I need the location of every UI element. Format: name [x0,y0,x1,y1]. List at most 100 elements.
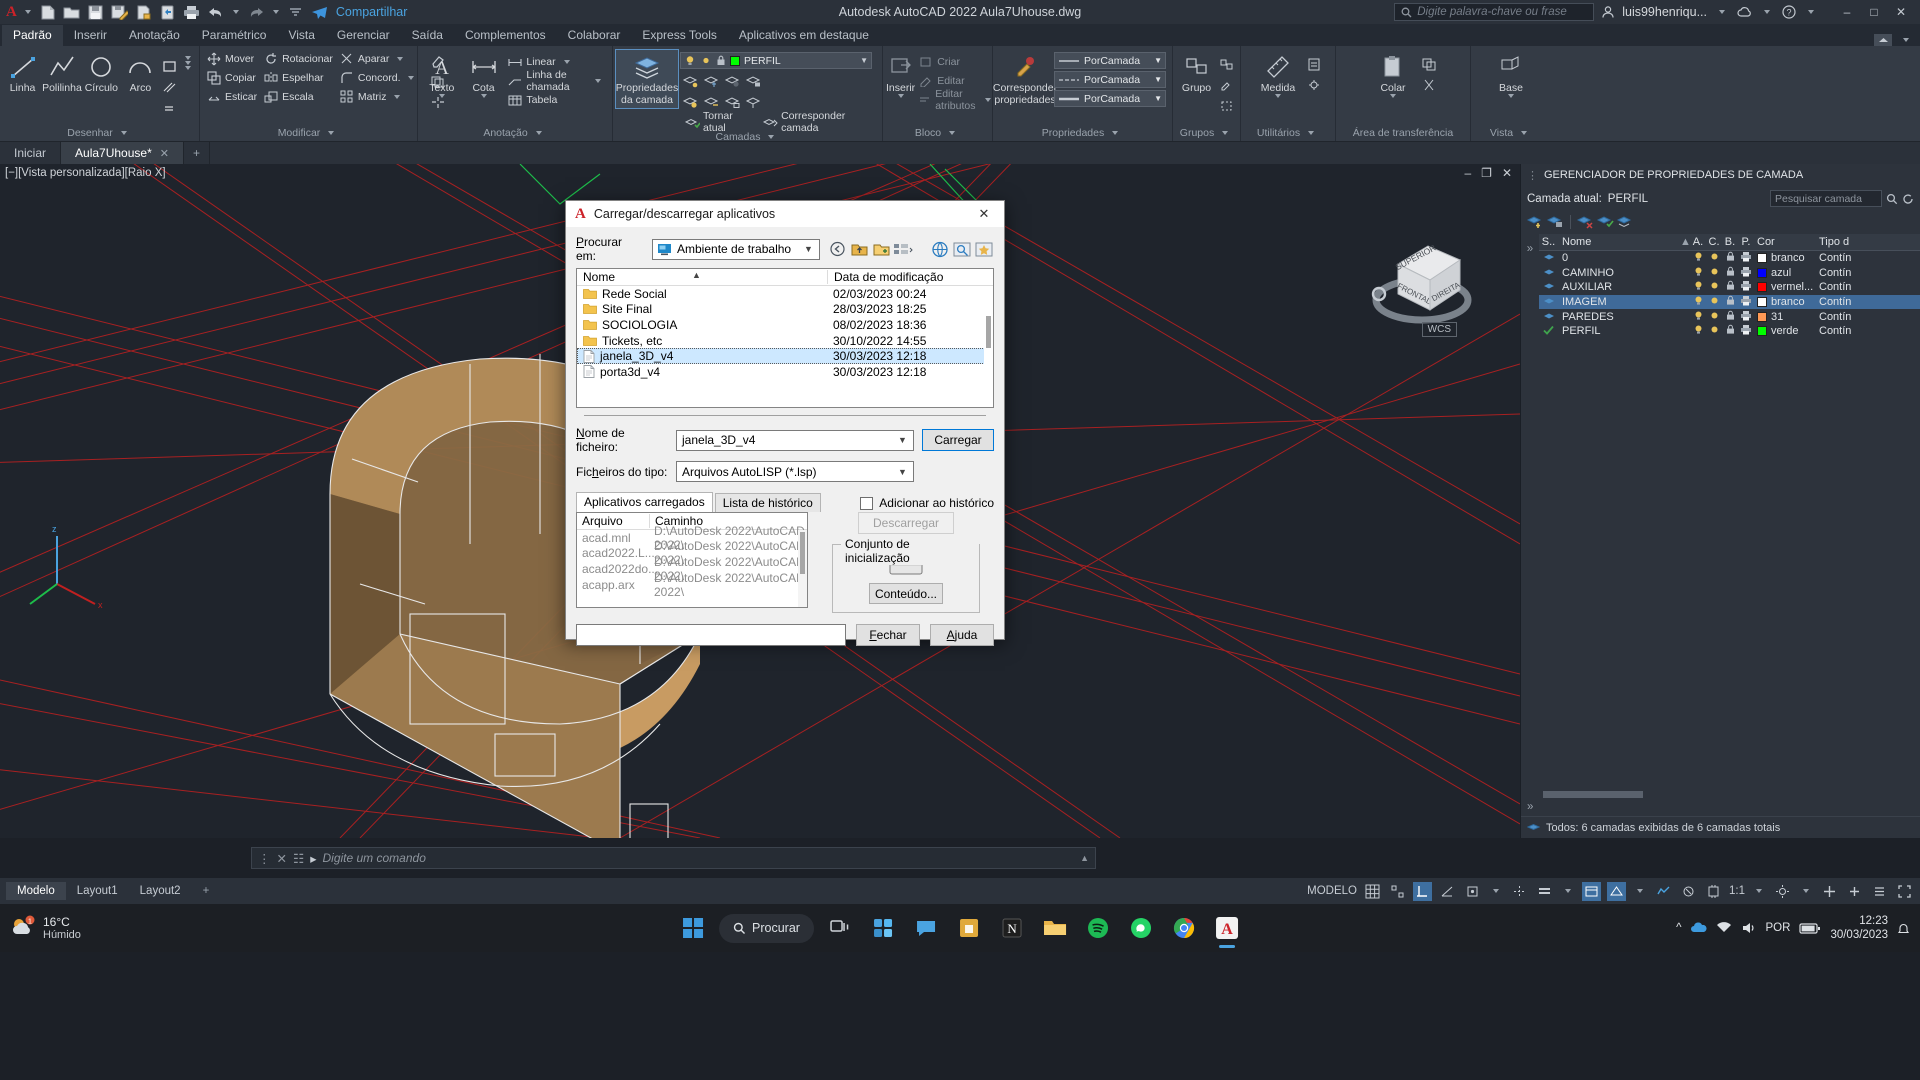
dialog-close-button[interactable]: ✕ [968,201,1000,227]
layer-freeze-icon[interactable] [1706,266,1722,280]
layer-plot-icon[interactable] [1738,324,1754,338]
palette-titlebar[interactable]: ⋮ GERENCIADOR DE PROPRIEDADES DE CAMADA [1521,164,1920,186]
ribbon-tab-aplicativos-destaque[interactable]: Aplicativos em destaque [728,25,880,46]
undo-icon[interactable] [205,2,227,22]
modify-matriz-button[interactable]: Matriz [336,88,423,106]
layer-freeze-icon[interactable] [1706,295,1722,309]
widgets-icon[interactable] [866,911,900,945]
layer-plot-icon[interactable] [1738,280,1754,294]
close-dialog-button[interactable]: Fechar [856,624,920,646]
col-b[interactable]: B. [1722,236,1738,248]
property-color-select[interactable]: PorCamada ▼ [1054,52,1166,69]
layer-on-icon[interactable] [1690,280,1706,294]
explorer-icon[interactable] [1038,911,1072,945]
modify-espelhar-button[interactable]: Espelhar [260,69,336,87]
panel-title-modificar[interactable]: Modificar [203,127,414,141]
layer-lock-icon[interactable] [1722,310,1738,324]
grid-icon[interactable] [1363,882,1382,901]
modify-concord-button[interactable]: Concord. [336,69,423,87]
file-col-data[interactable]: Data de modificação [827,270,993,284]
layer-properties-button[interactable]: Propriedades da camada [615,48,679,110]
chat-icon[interactable] [909,911,943,945]
clean-screen-icon[interactable] [1820,882,1839,901]
col-nome[interactable]: Nome [1558,236,1680,248]
trim-chevron-icon[interactable] [397,57,404,61]
quick-calc-icon[interactable] [1304,54,1324,74]
hatch-icon[interactable] [160,77,180,97]
cut-clip-icon[interactable] [1419,75,1439,95]
palette-grip-icon[interactable]: ⋮ [1527,169,1538,182]
base-view-button[interactable]: Base [1485,50,1537,100]
base-chevron-icon[interactable] [1508,94,1514,99]
network-icon[interactable] [1716,921,1732,935]
layer-linetype[interactable]: Contín [1816,311,1868,323]
layout-tab-layout2[interactable]: Layout2 [129,882,192,900]
layer-isolate-icon[interactable] [680,71,700,91]
layer-unlock-icon[interactable] [722,92,742,112]
minimize-button[interactable]: – [1834,0,1860,24]
customization-gear-icon[interactable] [1773,882,1792,901]
property-linetype-select[interactable]: PorCamada ▼ [1054,71,1166,88]
layout-tab-modelo[interactable]: Modelo [6,882,66,900]
ungroup-icon[interactable] [1217,54,1237,74]
autodesk-logo-icon[interactable]: A [6,4,17,21]
col-c[interactable]: C. [1706,236,1722,248]
favorites-icon[interactable] [974,239,994,259]
file-list-item[interactable]: janela_3D_v4 30/03/2023 12:18 [577,348,993,364]
panel-bloco-chevron-icon[interactable] [949,131,956,135]
lookin-chevron-icon[interactable]: ▼ [800,244,817,254]
modify-mover-button[interactable]: Mover [203,50,260,68]
layer-plot-icon[interactable] [1738,251,1754,265]
workspace-switch-icon[interactable] [1582,881,1601,901]
ribbon-tab-complementos[interactable]: Complementos [454,25,557,46]
layer-lock-icon[interactable] [1722,324,1738,338]
new-drawing-tab-button[interactable]: + [184,142,210,164]
filetype-chevron-icon[interactable]: ▼ [894,467,911,477]
layer-lock-icon[interactable] [1722,266,1738,280]
file-browser-list[interactable]: Nome ▲ Data de modificação Rede Social 02… [576,268,994,408]
rectangle-chevron-icon[interactable] [184,56,191,60]
chevron-down-icon[interactable] [24,10,31,14]
ribbon-tab-vista[interactable]: Vista [277,25,325,46]
loaded-col-arquivo[interactable]: Arquivo [577,514,649,528]
cloud-status-icon[interactable] [1737,6,1752,19]
settings-list-icon[interactable] [1870,882,1889,901]
sort-ascending-icon[interactable]: ▲ [1680,236,1690,248]
file-sort-ascending-icon[interactable]: ▲ [692,270,701,280]
modify-rotacionar-button[interactable]: Rotacionar [260,50,336,68]
annotation-text-button[interactable]: A Texto [421,50,463,100]
attributes-chevron-icon[interactable] [985,98,992,102]
file-col-nome[interactable]: Nome [577,270,827,284]
palette-hscrollbar[interactable] [1521,787,1920,801]
customization-chevron-icon[interactable] [1803,889,1809,893]
taskbar-clock[interactable]: 12:23 30/03/2023 [1830,914,1888,943]
store-icon[interactable] [952,911,986,945]
fullscreen-icon[interactable] [1895,882,1914,901]
share-plane-icon[interactable] [309,2,331,22]
onedrive-icon[interactable] [1690,921,1707,935]
layer-search-input[interactable]: Pesquisar camada [1770,190,1882,207]
layer-freeze-icon[interactable] [701,71,721,91]
close-button[interactable]: ✕ [1888,0,1914,24]
tab-lista-historico[interactable]: Lista de histórico [714,493,821,512]
layer-linetype[interactable]: Contín [1816,267,1868,279]
add-tool-icon[interactable] [1845,882,1864,901]
help-button[interactable]: Ajuda [930,624,994,646]
web-icon[interactable] [930,239,950,259]
layer-make-current-button[interactable]: Tornar atual [682,110,756,134]
hardware-accel-icon[interactable] [1704,882,1723,901]
load-button[interactable]: Carregar [922,429,994,451]
layer-status-icon[interactable] [1539,252,1558,264]
block-insert-button[interactable]: Inserir [886,50,915,100]
whatsapp-icon[interactable] [1124,911,1158,945]
dim-chevron-icon[interactable] [480,94,487,99]
group-button[interactable]: Grupo [1176,50,1217,96]
layer-linetype[interactable]: Contín [1816,281,1868,293]
layer-freeze-icon[interactable] [1706,324,1722,338]
layer-status-icon[interactable] [1539,281,1558,293]
ribbon-tab-parametrico[interactable]: Paramétrico [191,25,278,46]
viewport-minimize-icon[interactable]: – [1464,166,1471,180]
loaded-scrollbar[interactable] [798,530,807,607]
layer-color[interactable]: azul [1754,267,1816,279]
task-view-icon[interactable] [823,911,857,945]
